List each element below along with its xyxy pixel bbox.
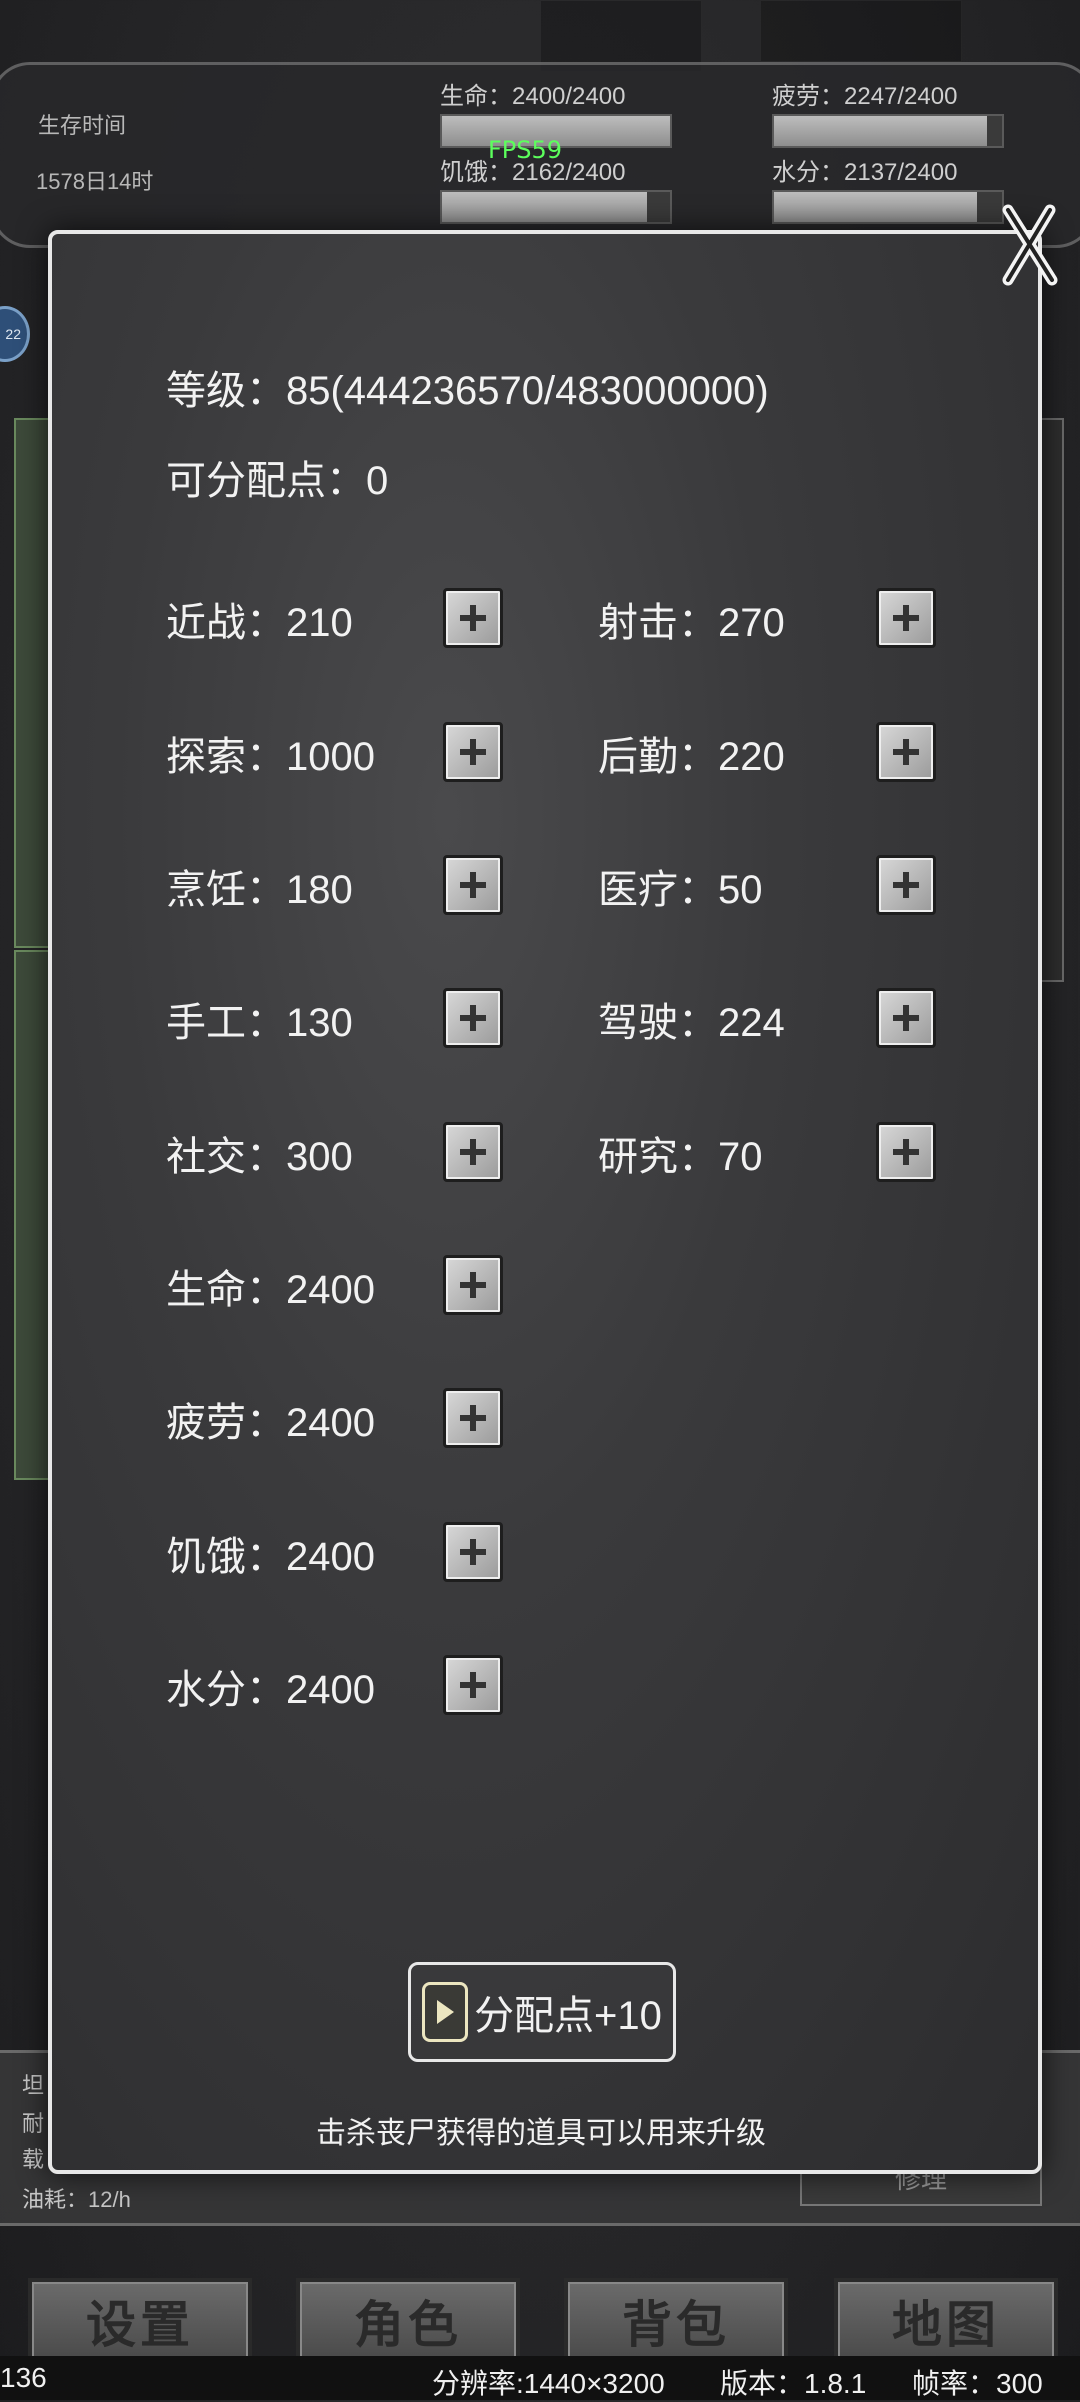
plus-icon [893, 605, 919, 631]
attr-fatigue-label: 疲劳：2400 [166, 1401, 375, 1445]
skill-shooting-plus-button[interactable] [876, 588, 936, 648]
hunger-bar [440, 190, 672, 224]
attr-water-plus-button[interactable] [443, 1655, 503, 1715]
skill-medical-label: 医疗：50 [598, 868, 763, 912]
fatigue-bar [772, 114, 1004, 148]
skill-explore-plus-button[interactable] [443, 722, 503, 782]
vehicle-line-2: 耐 [22, 2111, 45, 2136]
skill-crafting-plus-button[interactable] [443, 988, 503, 1048]
survival-time-label: 生存时间 [38, 113, 127, 138]
skill-driving-plus-button[interactable] [876, 988, 936, 1048]
allocate-points-button[interactable]: 分配点+10 [408, 1962, 676, 2062]
footer-left-value: 136 [0, 2362, 47, 2393]
play-icon [437, 2000, 455, 2024]
water-bar [772, 190, 1004, 224]
plus-icon [460, 1272, 486, 1298]
plus-icon [893, 1005, 919, 1031]
skill-logistics-plus-button[interactable] [876, 722, 936, 782]
vehicle-fuel: 油耗：12/h [22, 2187, 131, 2212]
side-badge-text: 22 [5, 326, 21, 342]
skill-research-plus-button[interactable] [876, 1122, 936, 1182]
plus-icon [460, 1139, 486, 1165]
attr-fatigue-plus-button[interactable] [443, 1388, 503, 1448]
attr-water-label: 水分：2400 [166, 1668, 375, 1712]
skill-medical-plus-button[interactable] [876, 855, 936, 915]
plus-icon [460, 872, 486, 898]
plus-icon [893, 1139, 919, 1165]
vehicle-line-3: 载 [22, 2147, 45, 2172]
attr-hp-plus-button[interactable] [443, 1255, 503, 1315]
survival-time-value: 1578日14时 [36, 169, 154, 194]
close-icon [1002, 204, 1058, 286]
plus-icon [460, 739, 486, 765]
plus-icon [460, 1672, 486, 1698]
vehicle-line-1: 坦 [22, 2073, 45, 2098]
skill-melee-label: 近战：210 [166, 601, 353, 645]
skill-cooking-plus-button[interactable] [443, 855, 503, 915]
attribute-dialog [48, 230, 1042, 2174]
attr-hp-label: 生命：2400 [166, 1268, 375, 1312]
plus-icon [460, 1539, 486, 1565]
available-points-text: 可分配点：0 [166, 459, 389, 503]
fatigue-label: 疲劳：2247/2400 [772, 83, 958, 110]
skill-social-label: 社交：300 [166, 1135, 353, 1179]
fatigue-bar-fill [774, 116, 988, 146]
plus-icon [893, 739, 919, 765]
fps-counter: FPS59 [488, 136, 563, 164]
skill-cooking-label: 烹饪：180 [166, 868, 353, 912]
hunger-bar-fill [442, 192, 648, 222]
skill-shooting-label: 射击：270 [598, 601, 785, 645]
footer-framerate: 帧率：300 [912, 2368, 1043, 2399]
allocate-points-label: 分配点+10 [474, 1994, 662, 2038]
skill-research-label: 研究：70 [598, 1135, 763, 1179]
nav-character-button[interactable]: 角色 [296, 2278, 520, 2364]
skill-driving-label: 驾驶：224 [598, 1001, 785, 1045]
level-text: 等级：85(444236570/483000000) [166, 369, 769, 413]
skill-social-plus-button[interactable] [443, 1122, 503, 1182]
footer-version: 版本：1.8.1 [720, 2368, 867, 2399]
plus-icon [460, 605, 486, 631]
upgrade-hint-text: 击杀丧尸获得的道具可以用来升级 [316, 2117, 766, 2150]
water-bar-fill [774, 192, 977, 222]
hp-label: 生命：2400/2400 [440, 83, 626, 110]
plus-icon [460, 1005, 486, 1031]
nav-backpack-button[interactable]: 背包 [564, 2278, 788, 2364]
nav-map-button[interactable]: 地图 [834, 2278, 1058, 2364]
skill-melee-plus-button[interactable] [443, 588, 503, 648]
skill-explore-label: 探索：1000 [166, 735, 375, 779]
footer-bar: 136 分辨率:1440×3200 版本：1.8.1 帧率：300 [0, 2356, 1080, 2400]
nav-settings-button[interactable]: 设置 [28, 2278, 252, 2364]
attr-hunger-label: 饥饿：2400 [166, 1535, 375, 1579]
plus-icon [893, 872, 919, 898]
skill-crafting-label: 手工：130 [166, 1001, 353, 1045]
close-button[interactable] [990, 200, 1070, 290]
video-ad-icon [422, 1982, 469, 2042]
water-label: 水分：2137/2400 [772, 159, 958, 186]
plus-icon [460, 1405, 486, 1431]
attr-hunger-plus-button[interactable] [443, 1522, 503, 1582]
skill-logistics-label: 后勤：220 [598, 735, 785, 779]
footer-resolution: 分辨率:1440×3200 [432, 2368, 665, 2399]
